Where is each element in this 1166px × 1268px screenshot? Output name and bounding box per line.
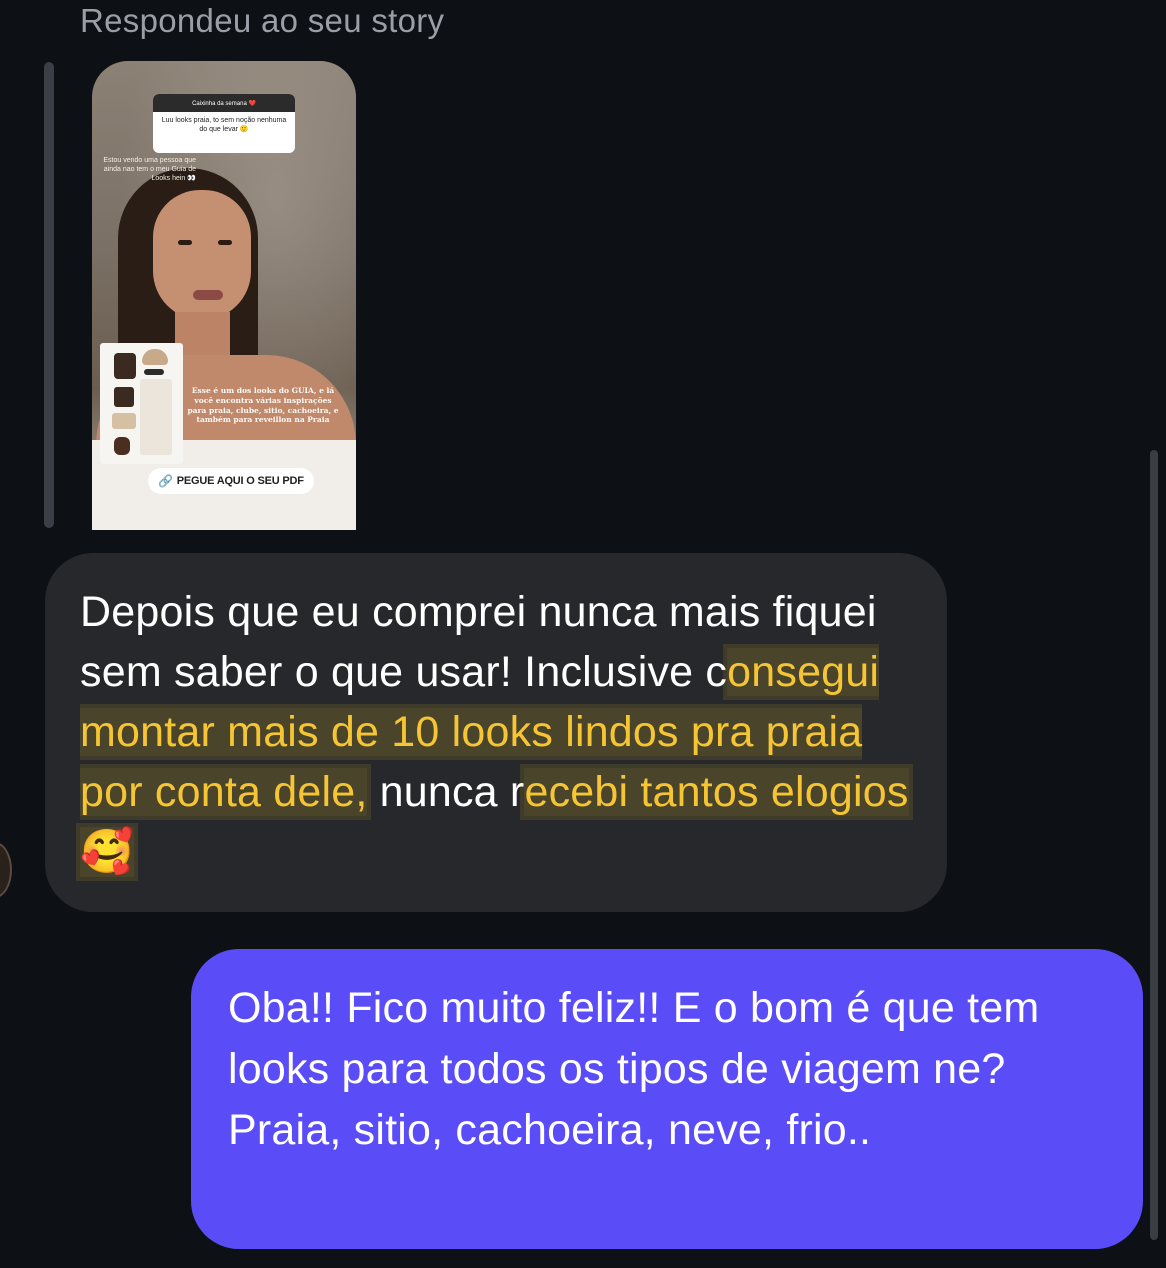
story-question-text: Luu looks praia, to sem noção nenhuma do… (161, 117, 287, 133)
hat-image (142, 349, 168, 365)
story-person-eye-left (178, 240, 192, 245)
sunglasses-image (144, 369, 164, 375)
sender-avatar[interactable] (0, 842, 12, 898)
story-outfit-card (100, 343, 183, 464)
incoming-text-part: nunca r (367, 768, 525, 816)
bikini-top-image (114, 353, 136, 379)
story-caption: Esse é um dos looks do GUIA, e lá você e… (187, 386, 339, 425)
story-person-face (153, 190, 251, 320)
story-link-sticker[interactable]: 🔗 PEGUE AQUI O SEU PDF (148, 468, 314, 494)
reply-label: Respondeu ao seu story (80, 2, 445, 39)
story-person-eye-right (218, 240, 232, 245)
story-question-card: Caixinha da semana ❤️ Luu looks praia, t… (153, 94, 295, 153)
sandals-image (114, 437, 130, 455)
bag-image (112, 413, 136, 429)
smiling-hearts-emoji-icon: 🥰 (80, 827, 134, 877)
outgoing-message-text: Oba!! Fico muito feliz!! E o bom é que t… (228, 984, 1040, 1154)
story-link-label: PEGUE AQUI O SEU PDF (176, 475, 304, 487)
highlighted-text: ecebi tantos elogios (524, 768, 909, 816)
quote-bar (44, 62, 54, 528)
bikini-bottom-image (114, 387, 134, 407)
story-note: Estou vendo uma pessoa que ainda nao tem… (103, 157, 196, 183)
pants-image (140, 379, 172, 455)
scrollbar[interactable] (1150, 450, 1158, 1240)
incoming-message-text: Depois que eu comprei nunca mais fiquei … (80, 582, 930, 882)
link-icon: 🔗 (158, 474, 173, 488)
story-question-title: Caixinha da semana ❤️ (153, 94, 295, 112)
story-person-lips (193, 290, 223, 300)
